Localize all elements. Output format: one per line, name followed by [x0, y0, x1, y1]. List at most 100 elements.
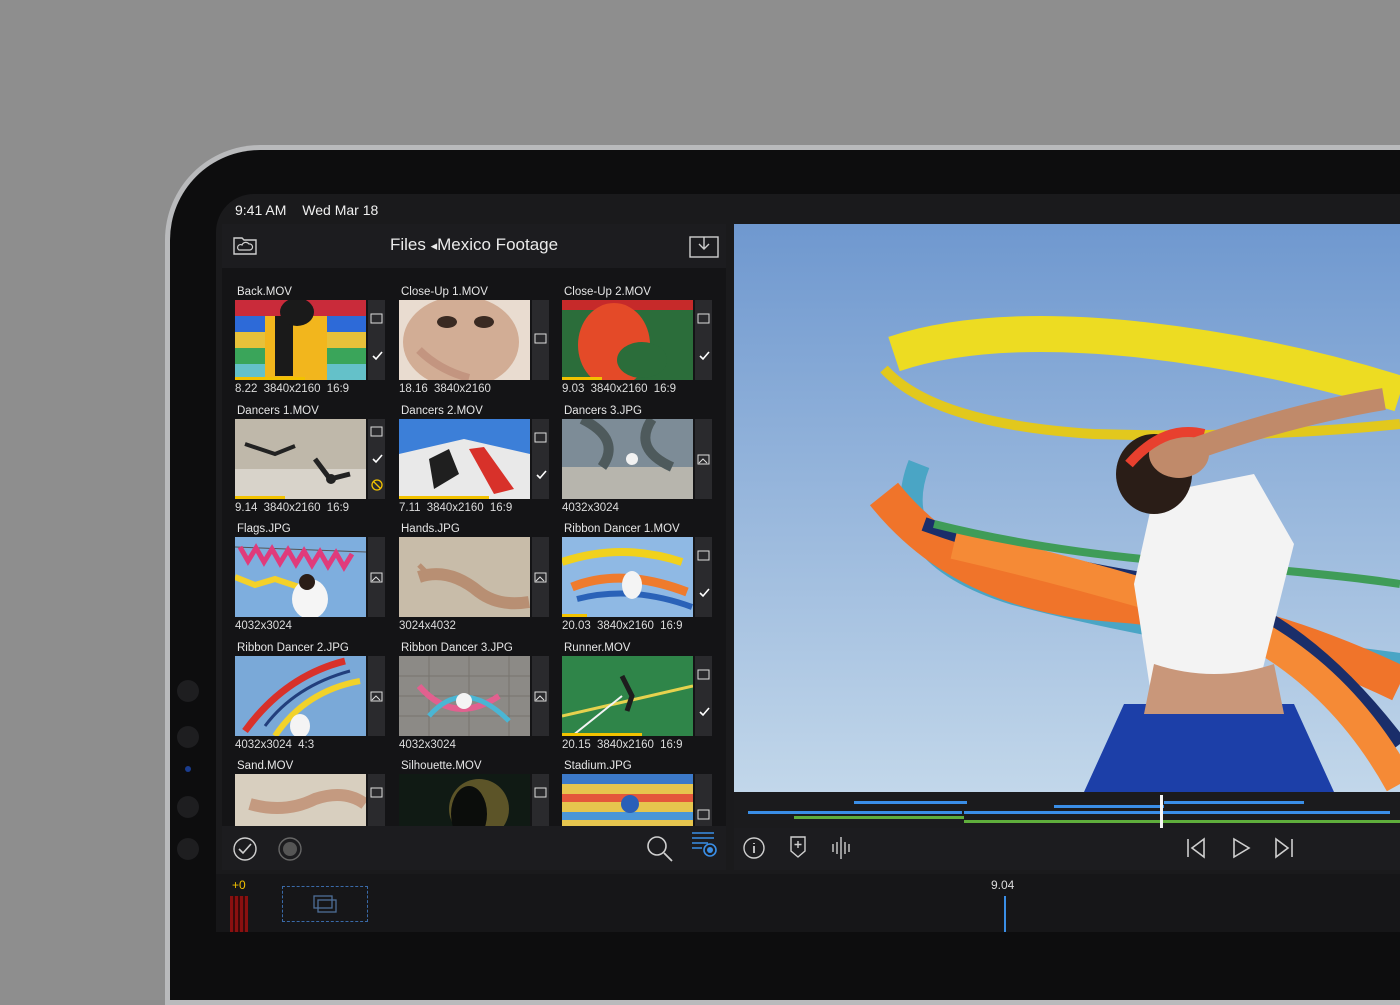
clip-thumbnail — [562, 774, 693, 826]
clip-tile[interactable]: Ribbon Dancer 3.JPG 4032x3024 — [399, 642, 551, 760]
clip-tile[interactable]: Ribbon Dancer 1.MOV 20.03 3840x2160 16:9 — [562, 523, 714, 641]
media-browser: Files ◂Mexico Footage Back.MOV 8.22 3840… — [222, 224, 726, 870]
clip-name: Ribbon Dancer 3.JPG — [401, 642, 513, 654]
audio-meter — [230, 896, 248, 932]
clip-name: Hands.JPG — [401, 523, 460, 535]
clip-name: Ribbon Dancer 1.MOV — [564, 523, 680, 535]
clip-grid: Back.MOV 8.22 3840x2160 16:9 Close-Up 1.… — [222, 276, 726, 826]
clip-tile[interactable]: Dancers 2.MOV 7.11 3840x2160 16:9 — [399, 405, 551, 523]
clip-tile[interactable]: Silhouette.MOV — [399, 760, 551, 826]
clip-badges — [532, 656, 549, 736]
clip-name: Back.MOV — [237, 286, 292, 298]
clip-tile[interactable]: Flags.JPG 4032x3024 — [235, 523, 387, 641]
side-sensor — [177, 796, 199, 818]
clip-name: Flags.JPG — [237, 523, 291, 535]
clip-thumbnail — [235, 656, 366, 736]
clip-tile[interactable]: Ribbon Dancer 2.JPG 4032x3024 4:3 — [235, 642, 387, 760]
camera-indicator — [185, 766, 191, 772]
clip-tile[interactable]: Back.MOV 8.22 3840x2160 16:9 — [235, 286, 387, 404]
clip-name: Dancers 1.MOV — [237, 405, 319, 417]
clip-badges — [695, 419, 712, 499]
clip-tile[interactable]: Close-Up 1.MOV 18.16 3840x2160 — [399, 286, 551, 404]
clip-thumbnail — [399, 656, 530, 736]
empty-track-slot[interactable] — [282, 886, 368, 922]
skip-back-icon[interactable] — [1185, 836, 1207, 860]
select-checkmark-icon[interactable] — [232, 836, 258, 862]
browser-nav-bar: Files ◂Mexico Footage — [222, 224, 726, 268]
clip-meta: 20.03 3840x2160 16:9 — [562, 620, 683, 632]
timeline-playhead[interactable] — [1004, 896, 1006, 932]
breadcrumb: Files ◂Mexico Footage — [222, 235, 726, 255]
clip-meta: 20.15 3840x2160 16:9 — [562, 739, 683, 751]
timeline-overview[interactable] — [734, 792, 1400, 829]
clip-thumbnail — [235, 774, 366, 826]
clip-meta: 18.16 3840x2160 — [399, 383, 491, 395]
clip-meta: 9.03 3840x2160 16:9 — [562, 383, 677, 395]
clip-badges — [532, 419, 549, 499]
split-clip-icon[interactable] — [830, 835, 852, 861]
film-clip-icon — [313, 895, 337, 913]
clip-thumbnail — [562, 419, 693, 499]
search-icon[interactable] — [646, 835, 674, 863]
clip-meta: 9.14 3840x2160 16:9 — [235, 502, 350, 514]
clip-thumbnail — [235, 300, 366, 380]
clip-tile[interactable]: Dancers 1.MOV 9.14 3840x2160 16:9 — [235, 405, 387, 523]
clip-badges — [695, 656, 712, 736]
clip-badges — [368, 656, 385, 736]
import-icon[interactable] — [689, 234, 719, 258]
clip-name: Close-Up 1.MOV — [401, 286, 488, 298]
clip-meta: 7.11 3840x2160 16:9 — [399, 502, 513, 514]
side-sensor — [177, 726, 199, 748]
clip-name: Ribbon Dancer 2.JPG — [237, 642, 349, 654]
clip-name: Close-Up 2.MOV — [564, 286, 651, 298]
video-preview[interactable] — [734, 224, 1400, 792]
playhead-time-label: 9.04 — [991, 878, 1015, 892]
clip-thumbnail — [399, 300, 530, 380]
clip-badges — [368, 419, 385, 499]
clip-tile[interactable]: Close-Up 2.MOV 9.03 3840x2160 16:9 — [562, 286, 714, 404]
clip-name: Stadium.JPG — [564, 760, 632, 772]
clip-tile[interactable]: Stadium.JPG — [562, 760, 714, 826]
play-icon[interactable] — [1230, 836, 1252, 860]
clip-thumbnail — [562, 300, 693, 380]
filter-list-icon[interactable] — [690, 830, 718, 860]
clip-thumbnail — [562, 656, 693, 736]
clip-tile[interactable]: Hands.JPG 3024x4032 — [399, 523, 551, 641]
add-marker-icon[interactable] — [788, 835, 808, 859]
clip-meta: 4032x3024 — [399, 739, 456, 751]
browser-bottom-bar — [222, 826, 726, 870]
playhead-marker[interactable] — [1160, 795, 1163, 829]
clip-badges — [695, 774, 712, 826]
breadcrumb-folder: Mexico Footage — [437, 235, 559, 254]
clip-badges — [695, 300, 712, 380]
clip-badges — [695, 537, 712, 617]
clip-tile[interactable]: Runner.MOV 20.15 3840x2160 16:9 — [562, 642, 714, 760]
breadcrumb-root[interactable]: Files — [390, 235, 426, 254]
clip-thumbnail — [562, 537, 693, 617]
clip-tile[interactable]: Dancers 3.JPG 4032x3024 — [562, 405, 714, 523]
clip-thumbnail — [235, 419, 366, 499]
timeline-panel[interactable]: +0 9.04 — [216, 874, 1400, 932]
transport-bar — [734, 828, 1400, 870]
clip-thumbnail — [235, 537, 366, 617]
clip-badges — [532, 774, 549, 826]
clip-badges — [532, 300, 549, 380]
status-time: 9:41 AM — [235, 202, 287, 218]
info-icon[interactable] — [742, 836, 766, 860]
record-icon[interactable] — [277, 836, 303, 862]
app-screen: 9:41 AM Wed Mar 18 Files ◂Mexico Footage… — [216, 194, 1400, 932]
clip-badges — [368, 300, 385, 380]
clip-name: Sand.MOV — [237, 760, 294, 772]
clip-meta: 4032x3024 4:3 — [235, 739, 315, 751]
skip-forward-icon[interactable] — [1273, 836, 1295, 860]
clip-name: Dancers 3.JPG — [564, 405, 642, 417]
clip-thumbnail — [399, 537, 530, 617]
side-sensor — [177, 838, 199, 860]
clip-tile[interactable]: Sand.MOV — [235, 760, 387, 826]
clip-meta: 4032x3024 — [562, 502, 619, 514]
clip-badges — [368, 537, 385, 617]
status-bar: 9:41 AM Wed Mar 18 — [235, 202, 390, 218]
clip-meta: 4032x3024 — [235, 620, 292, 632]
clip-meta: 8.22 3840x2160 16:9 — [235, 383, 350, 395]
clip-name: Runner.MOV — [564, 642, 631, 654]
